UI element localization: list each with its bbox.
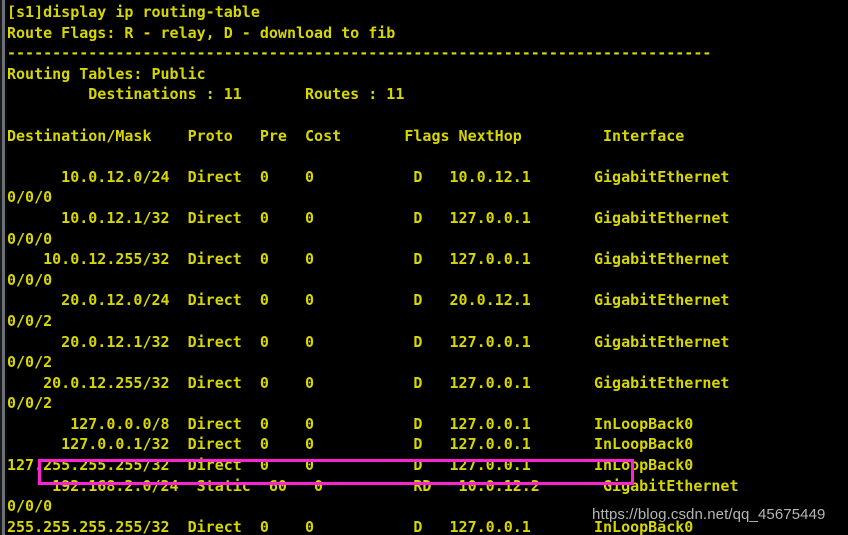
route-row-wrap: 0/0/2 bbox=[7, 311, 53, 330]
destinations-routes-summary: Destinations : 11 Routes : 11 bbox=[7, 85, 405, 104]
watermark-text: https://blog.csdn.net/qq_45675449 bbox=[592, 506, 826, 523]
route-row-wrap: 0/0/2 bbox=[7, 353, 53, 372]
route-row-wrap: 0/0/0 bbox=[7, 229, 53, 248]
separator-rule: ----------------------------------------… bbox=[7, 44, 712, 63]
route-row-wrap: 0/0/2 bbox=[7, 394, 53, 413]
route-row-wrap: 0/0/0 bbox=[7, 188, 53, 207]
table-header-row: Destination/Mask Proto Pre Cost Flags Ne… bbox=[7, 126, 685, 145]
route-row: 192.168.2.0/24 Static 60 0 RD 10.0.12.2 … bbox=[7, 476, 739, 495]
routing-tables-label: Routing Tables: Public bbox=[7, 64, 206, 83]
window-left-frame bbox=[0, 0, 7, 535]
blank-line-1 bbox=[7, 105, 848, 126]
command-prompt-line: [s1]display ip routing-table bbox=[7, 3, 260, 21]
terminal-screen[interactable]: [s1]display ip routing-table Route Flags… bbox=[7, 2, 848, 535]
route-row: 127.255.255.255/32 Direct 0 0 D 127.0.0.… bbox=[7, 456, 694, 475]
route-row: 10.0.12.255/32 Direct 0 0 D 127.0.0.1 Gi… bbox=[7, 250, 730, 269]
routing-table-body: 10.0.12.0/24 Direct 0 0 D 10.0.12.1 Giga… bbox=[7, 167, 848, 535]
blank-line-2 bbox=[7, 146, 848, 167]
route-row-wrap: 0/0/0 bbox=[7, 270, 53, 289]
route-row: 127.0.0.0/8 Direct 0 0 D 127.0.0.1 InLoo… bbox=[7, 414, 694, 433]
route-row: 10.0.12.0/24 Direct 0 0 D 10.0.12.1 Giga… bbox=[7, 167, 730, 186]
route-row: 20.0.12.1/32 Direct 0 0 D 127.0.0.1 Giga… bbox=[7, 332, 730, 351]
route-flags-legend: Route Flags: R - relay, D - download to … bbox=[7, 23, 396, 42]
route-row: 10.0.12.1/32 Direct 0 0 D 127.0.0.1 Giga… bbox=[7, 208, 730, 227]
route-row: 20.0.12.0/24 Direct 0 0 D 20.0.12.1 Giga… bbox=[7, 291, 730, 310]
route-row: 127.0.0.1/32 Direct 0 0 D 127.0.0.1 InLo… bbox=[7, 435, 694, 454]
terminal-window[interactable]: [s1]display ip routing-table Route Flags… bbox=[0, 0, 848, 535]
route-row: 20.0.12.255/32 Direct 0 0 D 127.0.0.1 Gi… bbox=[7, 373, 730, 392]
